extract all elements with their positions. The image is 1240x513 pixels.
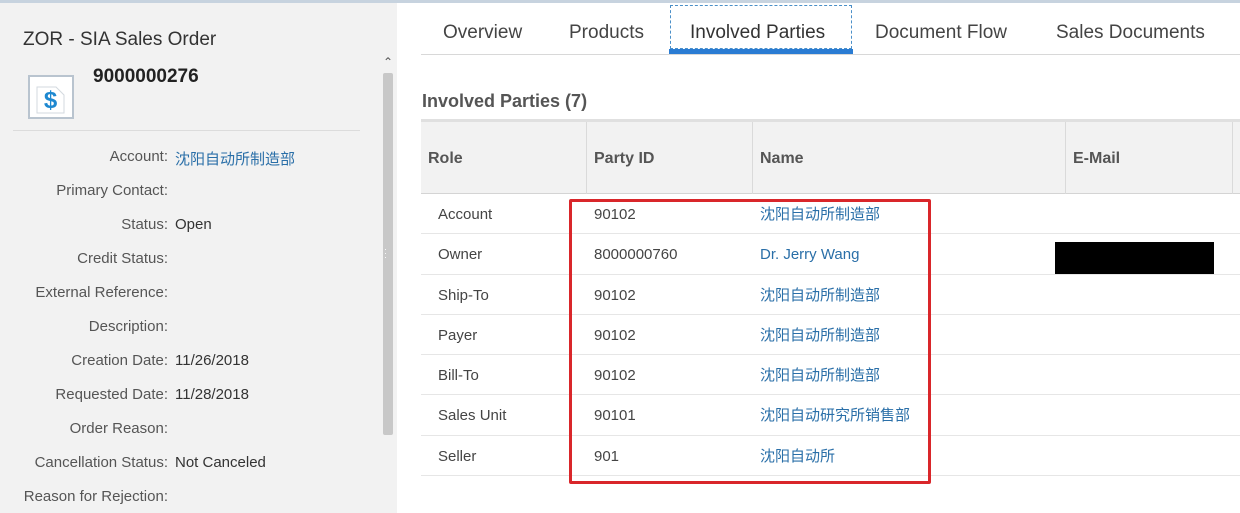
resize-grip-icon[interactable]: · · · [384,245,392,262]
header-divider [13,130,360,131]
field-label: Account: [109,148,168,165]
header-field: Reason for Rejection: [0,488,380,508]
column-header-overflow [1232,122,1240,194]
role-cell: Seller [438,447,477,465]
field-label: Order Reason: [69,420,168,437]
svg-text:$: $ [44,87,58,114]
tab-products[interactable]: Products [569,3,644,55]
tab-focus-outline [670,5,852,49]
header-field: Credit Status: [0,250,380,270]
table-header: Role Party ID Name E-Mail [421,119,1240,194]
section-title: Involved Parties (7) [422,91,588,111]
field-value[interactable]: 沈阳自动所制造部 [175,148,295,169]
active-tab-indicator [669,49,853,54]
role-cell: Ship-To [438,286,489,304]
field-label: External Reference: [35,284,168,301]
tab-overview[interactable]: Overview [443,3,522,55]
role-cell: Bill-To [438,367,479,385]
field-label: Requested Date: [55,386,168,403]
highlight-box [569,199,931,484]
field-label: Cancellation Status: [34,454,168,471]
header-field: Description: [0,318,380,338]
object-title: ZOR - SIA Sales Order [23,29,217,50]
header-field: Requested Date: 11/28/2018 [0,386,380,406]
redacted-email [1055,242,1214,274]
header-field: Account: 沈阳自动所制造部 [0,148,380,168]
column-header-party-id[interactable]: Party ID [586,122,752,194]
role-cell: Payer [438,326,478,344]
header-field: Order Reason: [0,420,380,440]
field-label: Description: [88,318,168,335]
role-cell: Account [438,206,493,223]
column-header-role[interactable]: Role [421,122,586,194]
dollar-document-icon: $ [28,75,74,119]
field-value: 11/26/2018 [175,352,249,369]
field-value: Open [175,216,212,233]
column-header-email[interactable]: E-Mail [1065,122,1232,194]
chevron-up-icon[interactable]: ⌃ [381,55,395,69]
field-label: Status: [121,216,168,233]
field-label: Creation Date: [71,352,168,369]
header-field: Status: Open [0,216,380,236]
field-label: Credit Status: [77,250,168,267]
header-field: Creation Date: 11/26/2018 [0,352,380,372]
header-field: Cancellation Status: Not Canceled [0,454,380,474]
role-cell: Owner [438,246,483,264]
field-value: Not Canceled [175,454,266,471]
header-field: Primary Contact: [0,182,380,202]
object-header-panel: ZOR - SIA Sales Order $ 9000000276 Accou… [0,3,397,513]
field-label: Reason for Rejection: [23,488,168,505]
role-cell: Sales Unit [438,407,507,425]
column-header-name[interactable]: Name [752,122,1065,194]
tab-document-flow[interactable]: Document Flow [875,3,1007,55]
field-label: Primary Contact: [56,182,168,199]
field-value: 11/28/2018 [175,386,249,403]
object-number: 9000000276 [93,66,199,87]
tab-sales-documents[interactable]: Sales Documents [1056,3,1205,55]
header-field: External Reference: [0,284,380,304]
